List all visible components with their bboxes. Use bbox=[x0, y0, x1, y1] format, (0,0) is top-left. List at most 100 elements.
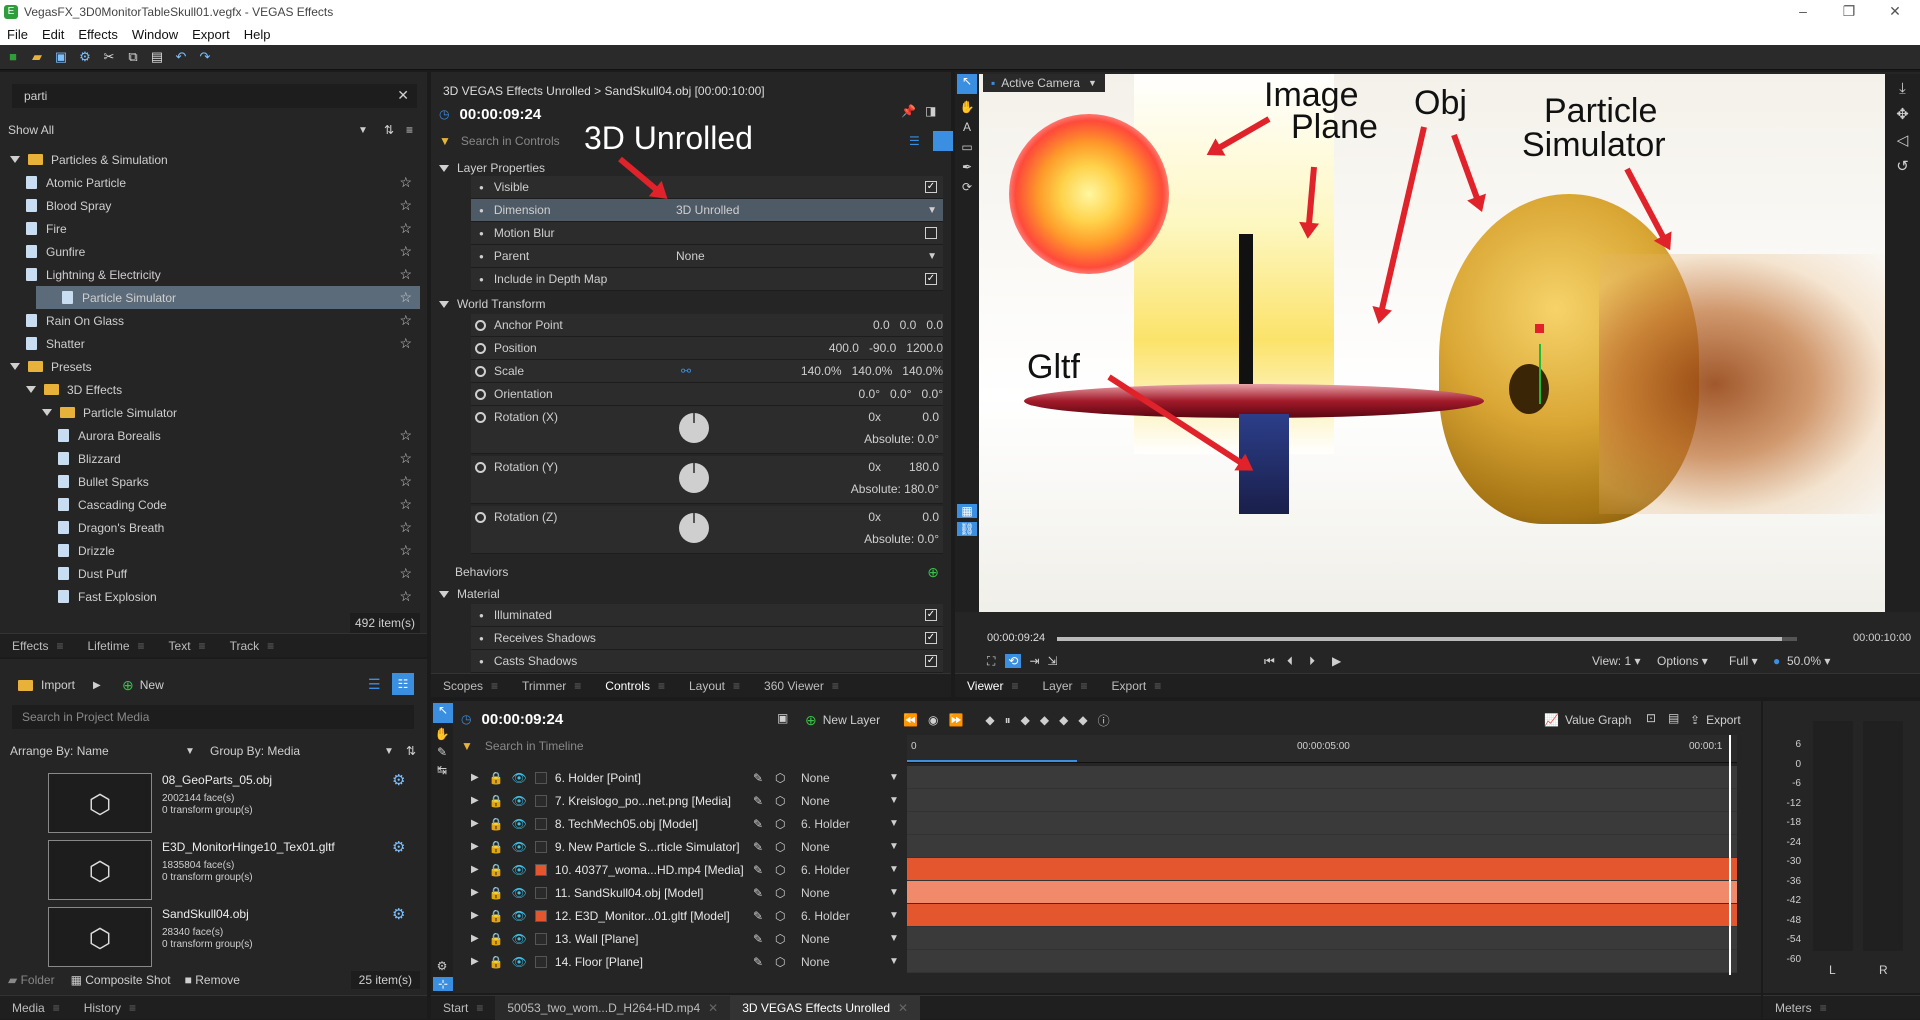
pencil-icon[interactable]: ✎ bbox=[753, 840, 763, 854]
timeline-track[interactable] bbox=[907, 904, 1737, 927]
tree-item[interactable]: Dust Puff ☆ bbox=[0, 562, 420, 585]
zoom-select[interactable]: 50.0% ▾ bbox=[1787, 654, 1830, 668]
tab-effects[interactable]: Effects ≡ bbox=[0, 634, 75, 658]
tab-trimmer[interactable]: Trimmer ≡ bbox=[510, 674, 593, 698]
parent-select[interactable]: None bbox=[801, 840, 830, 854]
timeline-layer-row[interactable]: ▶ 🔒 👁 6. Holder [Point] ✎ ⬡ None ▼ bbox=[461, 766, 901, 789]
lock-icon[interactable]: 🔒 bbox=[489, 955, 504, 969]
pencil-icon[interactable]: ✎ bbox=[753, 817, 763, 831]
rotation-turns[interactable]: 0x bbox=[868, 510, 881, 524]
next-keyframe-icon[interactable]: ⏩ bbox=[948, 713, 963, 727]
eye-icon[interactable]: 👁 bbox=[512, 955, 527, 969]
chevron-down-icon[interactable]: ▼ bbox=[889, 841, 899, 852]
layer-color-swatch[interactable] bbox=[534, 863, 547, 876]
property-value[interactable]: 3D Unrolled bbox=[676, 203, 739, 217]
tree-folder[interactable]: Particles & Simulation bbox=[0, 148, 420, 171]
property-row[interactable]: ● Illuminated ✓ bbox=[471, 604, 943, 627]
rotation-row[interactable]: Rotation (X) 0x 0.0 Absolute: 0.0° bbox=[471, 406, 943, 454]
favorite-star-icon[interactable]: ☆ bbox=[399, 427, 412, 444]
transform-value[interactable]: 0.0° bbox=[859, 387, 880, 401]
lock-icon[interactable]: 🔒 bbox=[489, 909, 504, 923]
snap-icon[interactable]: ⊹ bbox=[433, 977, 453, 991]
property-row[interactable]: ● Motion Blur bbox=[471, 222, 943, 245]
tree-item[interactable]: Lightning & Electricity ☆ bbox=[0, 263, 420, 286]
new-layer-button[interactable]: ⊕ New Layer bbox=[805, 710, 880, 730]
transform-value[interactable]: 0.0° bbox=[922, 387, 943, 401]
snapshot-icon[interactable]: ⇲ bbox=[1048, 654, 1058, 668]
eye-icon[interactable]: 👁 bbox=[512, 863, 527, 877]
parent-select[interactable]: None bbox=[801, 886, 830, 900]
settings-gear-icon[interactable]: ⚙ bbox=[74, 47, 96, 67]
tree-item[interactable]: Gunfire ☆ bbox=[0, 240, 420, 263]
add-behavior-icon[interactable]: ⊕ bbox=[927, 564, 939, 581]
menu-window[interactable]: Window bbox=[125, 27, 185, 42]
favorite-star-icon[interactable]: ☆ bbox=[399, 588, 412, 605]
maximize-icon[interactable]: ❐ bbox=[1826, 0, 1872, 24]
hand-tool-icon[interactable]: ✋ bbox=[431, 727, 453, 741]
menu-icon[interactable]: ≡ bbox=[406, 123, 413, 137]
timeline-search-input[interactable]: Search in Timeline bbox=[485, 739, 584, 753]
timeline-layer-row[interactable]: ▶ 🔒 👁 12. E3D_Monitor...01.gltf [Model] ✎ ⬡ 6.… bbox=[461, 904, 901, 927]
razor-icon[interactable]: ✎ bbox=[431, 745, 453, 759]
viewer-scrub-track[interactable] bbox=[1057, 637, 1797, 641]
favorite-star-icon[interactable]: ☆ bbox=[399, 519, 412, 536]
property-row[interactable]: ● Visible ✓ bbox=[471, 176, 943, 199]
select-tool-icon[interactable]: ↖ bbox=[957, 74, 977, 94]
keyframe-toggle-icon[interactable] bbox=[475, 512, 486, 523]
composite-shot-button[interactable]: ▦ Composite Shot bbox=[71, 973, 171, 987]
chevron-down-icon[interactable]: ▼ bbox=[384, 746, 394, 757]
info-icon[interactable]: ⓘ bbox=[1098, 712, 1110, 729]
tree-folder[interactable]: Particle Simulator bbox=[0, 401, 420, 424]
keyframe-toggle-icon[interactable] bbox=[475, 412, 486, 423]
render-icon[interactable]: ▤ bbox=[1668, 711, 1679, 725]
media-search-input[interactable]: Search in Project Media bbox=[12, 705, 414, 729]
transform-row[interactable]: Anchor Point 0.0 0.0 0.0 bbox=[471, 314, 943, 337]
show-all-filter[interactable]: Show All ▼ ⇅ ≡ bbox=[8, 120, 418, 140]
quality-select[interactable]: Full ▾ bbox=[1729, 654, 1758, 668]
lock-icon[interactable]: 🔒 bbox=[489, 840, 504, 854]
lock-icon[interactable]: 🔒 bbox=[489, 817, 504, 831]
layer-color-swatch[interactable] bbox=[534, 909, 547, 922]
tab-layout[interactable]: Layout ≡ bbox=[677, 674, 752, 698]
tree-item[interactable]: Fire ☆ bbox=[0, 217, 420, 240]
tab-viewer[interactable]: Viewer ≡ bbox=[955, 674, 1030, 698]
chevron-down-icon[interactable]: ▼ bbox=[889, 887, 899, 898]
list-icon[interactable]: ☰ bbox=[909, 134, 920, 148]
tree-item[interactable]: Shatter ☆ bbox=[0, 332, 420, 355]
tab-media[interactable]: Media ≡ bbox=[0, 996, 72, 1020]
property-value[interactable]: None bbox=[676, 249, 705, 263]
pause-icon[interactable]: ⏸ bbox=[1005, 713, 1011, 728]
link-icon[interactable]: ⚯ bbox=[681, 364, 691, 378]
menu-edit[interactable]: Edit bbox=[35, 27, 71, 42]
lock-icon[interactable]: 🔒 bbox=[489, 886, 504, 900]
color-swatch[interactable] bbox=[933, 131, 953, 151]
favorite-star-icon[interactable]: ☆ bbox=[399, 197, 412, 214]
parent-select[interactable]: None bbox=[801, 771, 830, 785]
transform-value[interactable]: 140.0% bbox=[852, 364, 893, 378]
composite-icon[interactable]: ▣ bbox=[777, 711, 788, 725]
tab-export[interactable]: Export ≡ bbox=[1100, 674, 1174, 698]
chevron-down-icon[interactable]: ▼ bbox=[889, 864, 899, 875]
favorite-star-icon[interactable]: ☆ bbox=[399, 174, 412, 191]
eye-icon[interactable]: 👁 bbox=[512, 794, 527, 808]
timeline-track[interactable] bbox=[907, 789, 1737, 812]
chevron-down-icon[interactable]: ▼ bbox=[889, 933, 899, 944]
layer-color-swatch[interactable] bbox=[534, 955, 547, 968]
eye-icon[interactable]: 👁 bbox=[512, 932, 527, 946]
rotation-dial[interactable] bbox=[679, 413, 709, 443]
play-arrow-icon[interactable]: ▶ bbox=[93, 680, 101, 691]
chevron-down-icon[interactable]: ▼ bbox=[927, 251, 937, 262]
tree-folder[interactable]: Presets bbox=[0, 355, 420, 378]
property-row[interactable]: ● Casts Shadows ✓ bbox=[471, 650, 943, 673]
property-row[interactable]: ● Receives Shadows ✓ bbox=[471, 627, 943, 650]
filter-icon[interactable]: ▼ bbox=[439, 134, 451, 148]
tree-folder[interactable]: 3D Effects bbox=[0, 378, 420, 401]
tab-scopes[interactable]: Scopes ≡ bbox=[431, 674, 510, 698]
chevron-down-icon[interactable]: ▼ bbox=[889, 772, 899, 783]
parent-select[interactable]: None bbox=[801, 955, 830, 969]
timeline-layer-row[interactable]: ▶ 🔒 👁 8. TechMech05.obj [Model] ✎ ⬡ 6. Holder ▼ bbox=[461, 812, 901, 835]
favorite-star-icon[interactable]: ☆ bbox=[399, 289, 412, 306]
settings-gear-icon[interactable]: ⚙ bbox=[431, 959, 453, 973]
keyframe-diamond-icon[interactable]: ◆ bbox=[1021, 713, 1030, 727]
arrange-by-select[interactable]: Arrange By: Name bbox=[10, 744, 109, 758]
